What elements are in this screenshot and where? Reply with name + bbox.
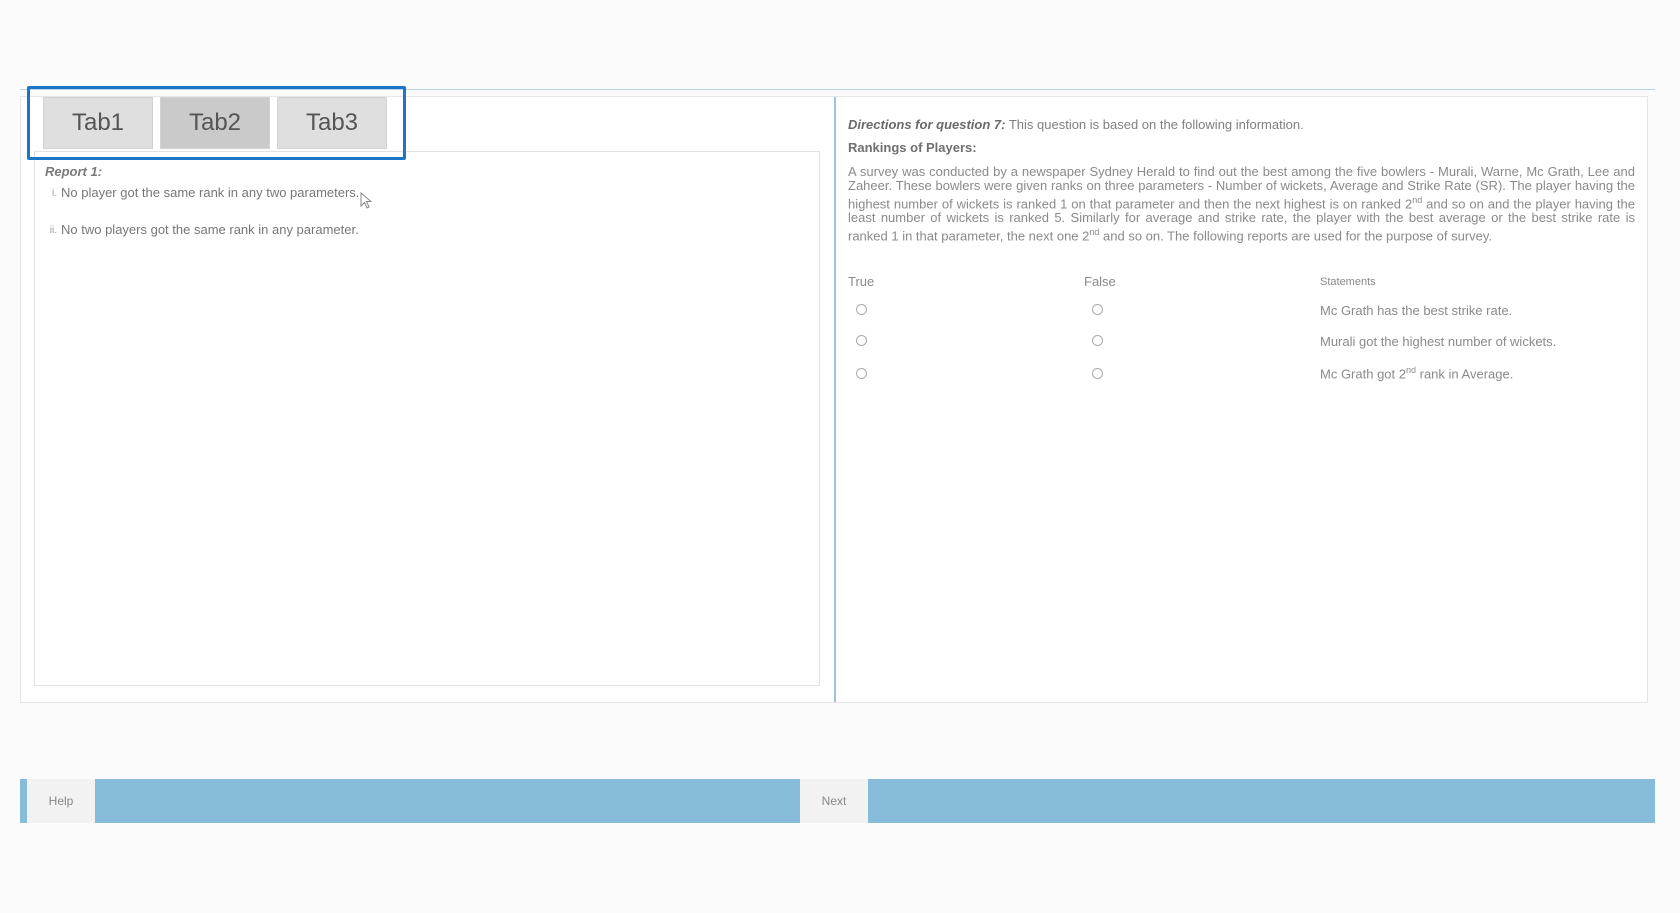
rankings-title: Rankings of Players:	[848, 140, 977, 155]
left-panel: Report 1: i. No player got the same rank…	[21, 97, 834, 702]
true-header: True	[848, 273, 875, 289]
report-item-text: No player got the same rank in any two p…	[61, 185, 360, 200]
report-item: i. No player got the same rank in any tw…	[45, 185, 809, 200]
report-box: Report 1: i. No player got the same rank…	[34, 151, 820, 686]
mouse-cursor-icon	[360, 192, 373, 209]
directions-label: Directions for question 7:	[848, 117, 1006, 132]
tab-3[interactable]: Tab3	[277, 97, 387, 149]
directions-text: This question is based on the following …	[1005, 117, 1304, 132]
para-sup-2: nd	[1089, 227, 1100, 238]
false-radio-1[interactable]	[1092, 303, 1103, 315]
right-panel: Directions for question 7: This question…	[836, 97, 1647, 702]
true-radio-2[interactable]	[856, 334, 867, 346]
tab-1[interactable]: Tab1	[43, 97, 153, 149]
statement-3-sup: nd	[1405, 364, 1416, 375]
statement-3: Mc Grath got 2nd rank in Average.	[1320, 365, 1513, 381]
statements-header: Statements	[1320, 275, 1376, 288]
true-false-table: True False Statements Mc Grath has the b…	[848, 274, 1635, 394]
true-radio-3[interactable]	[856, 367, 867, 379]
report-item: ii. No two players got the same rank in …	[45, 222, 809, 237]
para-sup-1: nd	[1412, 195, 1423, 205]
para-part-3: and so on. The following reports are use…	[1099, 228, 1493, 244]
statement-2: Murali got the highest number of wickets…	[1320, 333, 1557, 349]
false-header: False	[1084, 273, 1116, 289]
next-button[interactable]: Next	[800, 779, 868, 823]
directions: Directions for question 7: This question…	[848, 117, 1635, 132]
report-title: Report 1:	[45, 164, 103, 179]
report-list: i. No player got the same rank in any tw…	[45, 185, 809, 237]
false-radio-2[interactable]	[1092, 334, 1103, 346]
content-panels: Report 1: i. No player got the same rank…	[20, 96, 1648, 703]
tab-2[interactable]: Tab2	[160, 97, 270, 149]
help-button[interactable]: Help	[27, 779, 95, 823]
statement-3-pre: Mc Grath got 2	[1320, 365, 1406, 381]
footer-bar: Help Next	[20, 779, 1655, 823]
true-radio-1[interactable]	[856, 303, 867, 315]
tab-bar: Tab1 Tab2 Tab3	[43, 97, 387, 149]
statement-3-post: rank in Average.	[1416, 365, 1514, 381]
report-item-number: i.	[52, 188, 57, 199]
report-item-number: ii.	[49, 225, 57, 236]
statement-1: Mc Grath has the best strike rate.	[1320, 302, 1513, 318]
false-radio-3[interactable]	[1092, 367, 1103, 379]
report-item-text: No two players got the same rank in any …	[61, 222, 359, 237]
question-paragraph: A survey was conducted by a newspaper Sy…	[848, 164, 1635, 244]
